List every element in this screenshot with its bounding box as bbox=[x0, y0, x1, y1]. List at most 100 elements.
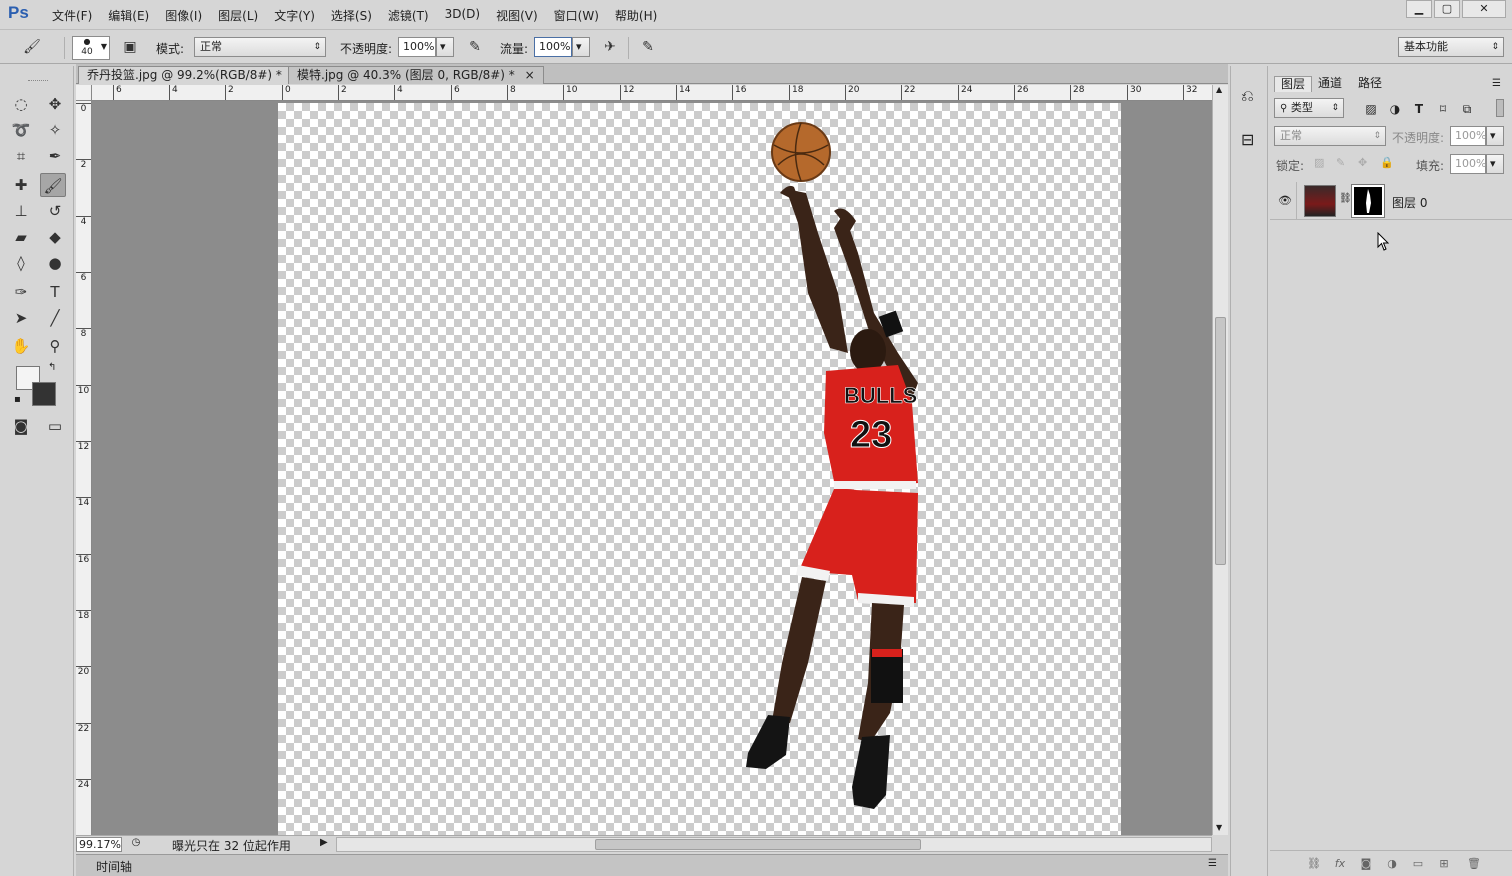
status-info-icon[interactable]: ◷ bbox=[128, 837, 144, 852]
fill-slider-button[interactable]: ▾ bbox=[1486, 154, 1504, 174]
quick-mask-icon[interactable]: ◙ bbox=[8, 414, 34, 438]
quick-select-tool-icon[interactable]: ✧ bbox=[42, 118, 68, 142]
tab-jordan[interactable]: 乔丹投篮.jpg @ 99.2%(RGB/8#) * × bbox=[78, 66, 311, 84]
background-color-swatch[interactable] bbox=[32, 382, 56, 406]
filter-pixel-icon[interactable]: ▨ bbox=[1362, 100, 1380, 118]
default-colors-icon[interactable]: ▪ bbox=[14, 394, 21, 405]
pressure-size-icon[interactable]: ✎ bbox=[638, 38, 658, 58]
filter-toggle[interactable] bbox=[1496, 99, 1504, 117]
eye-icon[interactable]: 👁 bbox=[1278, 194, 1292, 207]
timeline-panel[interactable]: 时间轴 ☰ bbox=[76, 854, 1228, 876]
layer-filter-select[interactable]: ⚲ 类型 ⇕ bbox=[1274, 98, 1344, 118]
menu-help[interactable]: 帮助(H) bbox=[607, 7, 665, 24]
crop-tool-icon[interactable]: ⌗ bbox=[8, 144, 34, 168]
close-button[interactable]: ✕ bbox=[1462, 0, 1506, 18]
path-select-tool-icon[interactable]: ➤ bbox=[8, 306, 34, 330]
filter-shape-icon[interactable]: ⌑ bbox=[1434, 100, 1452, 118]
brush-panel-toggle-icon[interactable]: ▣ bbox=[120, 38, 140, 58]
tab-channels[interactable]: 通道 bbox=[1312, 76, 1348, 92]
horizontal-scroll-thumb[interactable] bbox=[595, 839, 921, 850]
minimize-button[interactable]: ▁ bbox=[1406, 0, 1432, 18]
menu-filter[interactable]: 滤镜(T) bbox=[380, 7, 437, 24]
close-icon[interactable]: × bbox=[525, 68, 535, 82]
lock-pixels-icon[interactable]: ✎ bbox=[1336, 156, 1345, 169]
add-mask-icon[interactable]: ◙ bbox=[1356, 856, 1376, 872]
menu-window[interactable]: 窗口(W) bbox=[546, 7, 607, 24]
trash-icon[interactable]: 🗑 bbox=[1464, 856, 1484, 872]
zoom-tool-icon[interactable]: ⚲ bbox=[42, 334, 68, 358]
hand-tool-icon[interactable]: ✋ bbox=[8, 334, 34, 358]
layer-name[interactable]: 图层 0 bbox=[1392, 194, 1427, 211]
lasso-tool-icon[interactable]: ➰ bbox=[8, 118, 34, 142]
vertical-scrollbar[interactable]: ▲ ▼ bbox=[1212, 85, 1228, 835]
eraser-tool-icon[interactable]: ▰ bbox=[8, 225, 34, 249]
menu-select[interactable]: 选择(S) bbox=[323, 7, 380, 24]
screen-mode-icon[interactable]: ▭ bbox=[42, 414, 68, 438]
history-panel-icon[interactable]: ⎌ bbox=[1241, 86, 1254, 106]
scroll-down-icon[interactable]: ▼ bbox=[1216, 823, 1222, 832]
pen-tool-icon[interactable]: ✑ bbox=[8, 280, 34, 304]
panel-menu-icon[interactable]: ☰ bbox=[1492, 78, 1501, 89]
pasteboard[interactable]: BULLS 23 bbox=[92, 101, 1212, 835]
document-canvas[interactable]: BULLS 23 bbox=[278, 103, 1121, 835]
fx-icon[interactable]: fx bbox=[1330, 856, 1350, 872]
move-tool-icon[interactable]: ✥ bbox=[42, 92, 68, 116]
horizontal-ruler[interactable]: 6 4 2 0 2 4 6 8 10 12 14 16 18 20 22 24 … bbox=[92, 85, 1212, 101]
filter-smart-object-icon[interactable]: ⧉ bbox=[1458, 100, 1476, 118]
flow-input[interactable]: 100% bbox=[534, 37, 572, 57]
history-brush-tool-icon[interactable]: ↺ bbox=[42, 199, 68, 223]
paint-bucket-tool-icon[interactable]: ◆ bbox=[42, 225, 68, 249]
fill-input[interactable]: 100% bbox=[1450, 154, 1486, 174]
layer-row[interactable]: 👁 ⛓ 图层 0 bbox=[1270, 182, 1512, 220]
layer-opacity-slider-button[interactable]: ▾ bbox=[1486, 126, 1504, 146]
eyedropper-tool-icon[interactable]: ✒ bbox=[42, 144, 68, 168]
blend-mode-select[interactable]: 正常 ⇕ bbox=[1274, 126, 1386, 146]
line-tool-icon[interactable]: ╱ bbox=[42, 306, 68, 330]
tab-layers[interactable]: 图层 bbox=[1274, 76, 1313, 92]
brush-tool-icon[interactable]: 🖌 bbox=[40, 173, 66, 197]
tab-paths[interactable]: 路径 bbox=[1352, 76, 1388, 92]
healing-brush-tool-icon[interactable]: ✚ bbox=[8, 173, 34, 197]
brush-tool-preset-icon[interactable]: 🖌 bbox=[22, 38, 42, 58]
lock-position-icon[interactable]: ✥ bbox=[1358, 156, 1367, 169]
lock-all-icon[interactable]: 🔒 bbox=[1380, 156, 1394, 169]
scroll-up-icon[interactable]: ▲ bbox=[1216, 85, 1222, 94]
menu-image[interactable]: 图像(I) bbox=[157, 7, 210, 24]
status-menu-arrow-icon[interactable]: ▶ bbox=[320, 837, 328, 848]
layer-thumbnail[interactable] bbox=[1304, 185, 1336, 217]
zoom-input[interactable]: 99.17% bbox=[76, 837, 122, 852]
mode-select[interactable]: 正常 ⇕ bbox=[194, 37, 326, 57]
horizontal-scrollbar[interactable] bbox=[336, 837, 1212, 852]
marquee-tool-icon[interactable]: ◌ bbox=[8, 92, 34, 116]
workspace-select[interactable]: 基本功能 ⇕ bbox=[1398, 37, 1504, 57]
vertical-ruler[interactable]: 0 2 4 6 8 10 12 14 16 18 20 22 24 bbox=[76, 101, 92, 835]
layer-mask-thumbnail[interactable] bbox=[1351, 184, 1385, 218]
new-group-icon[interactable]: ▭ bbox=[1408, 856, 1428, 872]
menu-file[interactable]: 文件(F) bbox=[44, 7, 100, 24]
adjustment-layer-icon[interactable]: ◑ bbox=[1382, 856, 1402, 872]
brush-size-picker[interactable]: ● 40 ▼ bbox=[72, 36, 110, 60]
menu-edit[interactable]: 编辑(E) bbox=[100, 7, 157, 24]
menu-layer[interactable]: 图层(L) bbox=[210, 7, 266, 24]
vertical-scroll-thumb[interactable] bbox=[1215, 317, 1226, 565]
menu-type[interactable]: 文字(Y) bbox=[266, 7, 323, 24]
blur-tool-icon[interactable]: ◊ bbox=[8, 251, 34, 275]
tab-model[interactable]: 模特.jpg @ 40.3% (图层 0, RGB/8#) * × bbox=[288, 66, 544, 84]
flow-slider-button[interactable]: ▾ bbox=[572, 37, 590, 57]
link-layers-icon[interactable]: ⛓ bbox=[1304, 856, 1324, 872]
menu-3d[interactable]: 3D(D) bbox=[437, 7, 488, 24]
airbrush-icon[interactable]: ✈ bbox=[600, 38, 620, 58]
new-layer-icon[interactable]: ⊞ bbox=[1434, 856, 1454, 872]
opacity-input[interactable]: 100% bbox=[398, 37, 436, 57]
pressure-opacity-icon[interactable]: ✎ bbox=[465, 38, 485, 58]
maximize-button[interactable]: ▢ bbox=[1434, 0, 1460, 18]
toolbox-grip[interactable] bbox=[28, 80, 48, 82]
filter-type-icon[interactable]: T bbox=[1410, 100, 1428, 118]
panel-menu-icon[interactable]: ☰ bbox=[1208, 858, 1217, 869]
clone-stamp-tool-icon[interactable]: ⊥ bbox=[8, 199, 34, 223]
opacity-slider-button[interactable]: ▾ bbox=[436, 37, 454, 57]
type-tool-icon[interactable]: T bbox=[42, 280, 68, 304]
dodge-tool-icon[interactable]: ● bbox=[42, 251, 68, 275]
layer-opacity-input[interactable]: 100% bbox=[1450, 126, 1486, 146]
link-icon[interactable]: ⛓ bbox=[1339, 193, 1352, 204]
